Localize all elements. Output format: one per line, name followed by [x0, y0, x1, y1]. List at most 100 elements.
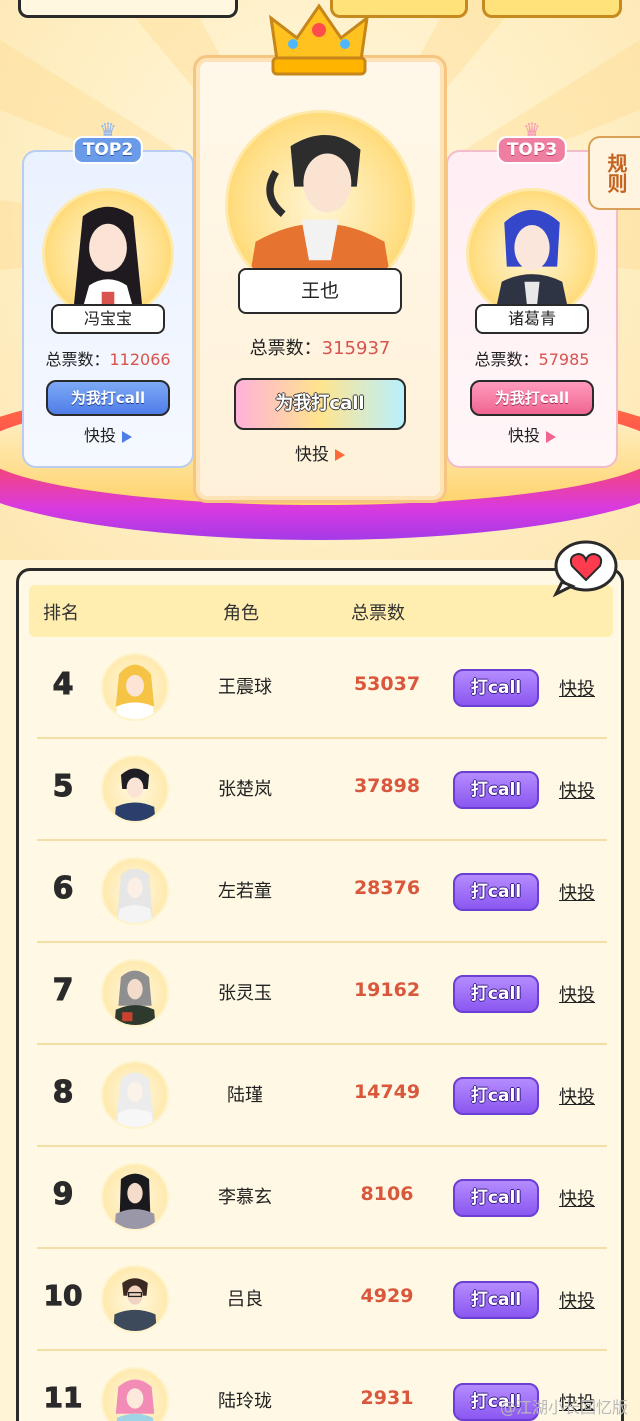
rank-number: 6 — [52, 871, 74, 907]
call-button[interactable]: 打call — [453, 771, 539, 809]
votes-count: 8106 — [360, 1183, 414, 1205]
votes-count: 4929 — [360, 1285, 414, 1307]
call-button-top2[interactable]: 为我打call — [46, 380, 170, 416]
quick-vote-link[interactable]: 快投 — [559, 675, 595, 701]
votes-label: 总票数： — [249, 338, 322, 359]
character-portrait-icon — [115, 1072, 155, 1127]
header-votes: 总票数 — [351, 603, 405, 624]
character-portrait-icon — [117, 868, 153, 923]
quick-vote-link[interactable]: 快投 — [559, 1287, 595, 1313]
play-icon — [122, 430, 132, 443]
character-portrait-icon — [115, 664, 155, 719]
quick-vote-link[interactable]: 快投 — [559, 879, 595, 905]
character-name: 陆玲珑 — [218, 1391, 272, 1412]
table-row: 8 陆瑾 14749 打call 快投 — [37, 1045, 607, 1147]
character-name: 王也 — [238, 268, 402, 314]
call-button[interactable]: 打call — [453, 1179, 539, 1217]
votes-count: 315937 — [321, 338, 391, 359]
quick-vote-label: 快投 — [507, 426, 540, 445]
votes-label: 总票数： — [474, 350, 539, 369]
table-row: 10 吕良 4929 打call 快投 — [37, 1249, 607, 1351]
call-button[interactable]: 打call — [453, 873, 539, 911]
avatar — [42, 188, 174, 320]
quick-vote-link[interactable]: 快投 — [559, 1185, 595, 1211]
quick-vote-link[interactable]: 快投 — [559, 777, 595, 803]
play-icon — [546, 430, 556, 443]
avatar — [101, 1367, 169, 1421]
character-portrait-icon — [494, 209, 570, 317]
call-button[interactable]: 打call — [453, 669, 539, 707]
character-portrait-icon — [114, 970, 156, 1025]
table-row: 9 李慕玄 8106 打call 快投 — [37, 1147, 607, 1249]
table-row: 7 张灵玉 19162 打call 快投 — [37, 943, 607, 1045]
quick-vote-link[interactable]: 快投 — [559, 981, 595, 1007]
header-rank: 排名 — [43, 603, 79, 624]
avatar — [101, 653, 169, 721]
avatar — [101, 959, 169, 1027]
character-name: 张楚岚 — [218, 779, 272, 800]
quick-vote-link[interactable]: 快投 — [559, 1083, 595, 1109]
top3-badge: TOP3 — [496, 136, 568, 164]
top2-badge: TOP2 — [72, 136, 144, 164]
call-button-top3[interactable]: 为我打call — [470, 380, 594, 416]
table-header: 排名 角色 总票数 — [29, 585, 613, 637]
total-votes: 总票数：57985 — [448, 346, 616, 370]
quick-vote-top3[interactable]: 快投 — [448, 422, 616, 446]
character-portrait-icon — [115, 1379, 155, 1421]
top-tab-right[interactable] — [482, 0, 622, 18]
avatar — [101, 857, 169, 925]
quick-vote-label: 快投 — [83, 426, 116, 445]
rules-button[interactable]: 规则 — [588, 136, 640, 210]
votes-count: 112066 — [109, 350, 171, 369]
character-name: 冯宝宝 — [51, 304, 165, 334]
rank-number: 7 — [52, 973, 74, 1009]
rank-number: 11 — [43, 1381, 83, 1415]
header-role: 角色 — [223, 603, 259, 624]
votes-count: 14749 — [353, 1081, 421, 1103]
heart-icon — [552, 540, 618, 598]
rank-number: 5 — [52, 769, 74, 805]
table-row: 4 王震球 53037 打call 快投 — [37, 637, 607, 739]
character-name: 诸葛青 — [475, 304, 589, 334]
votes-count: 19162 — [353, 979, 421, 1001]
watermark: @江湖小长回忆版 — [500, 1398, 629, 1417]
rank-number: 10 — [43, 1279, 83, 1313]
character-portrait-icon — [72, 206, 144, 317]
quick-vote-label: 快投 — [295, 445, 329, 465]
call-button[interactable]: 打call — [453, 1281, 539, 1319]
rank-number: 9 — [52, 1177, 74, 1213]
podium-card-top1: 王也 总票数：315937 为我打call 快投 — [193, 55, 447, 503]
avatar — [466, 188, 598, 320]
avatar — [101, 1061, 169, 1129]
quick-vote-top1[interactable]: 快投 — [196, 440, 444, 465]
votes-count: 28376 — [353, 877, 421, 899]
podium-card-top2: ♛ TOP2 冯宝宝 总票数：112066 为我打call 快投 — [22, 118, 194, 468]
avatar — [101, 755, 169, 823]
character-portrait-icon — [114, 1173, 156, 1229]
character-portrait-icon — [113, 1278, 157, 1331]
character-name: 陆瑾 — [227, 1085, 263, 1106]
total-votes: 总票数：315937 — [196, 334, 444, 360]
call-button-top1[interactable]: 为我打call — [234, 378, 406, 430]
crown-icon — [268, 3, 370, 76]
votes-label: 总票数： — [45, 350, 110, 369]
call-button[interactable]: 打call — [453, 1077, 539, 1115]
character-name: 左若童 — [218, 881, 272, 902]
top-tab-left[interactable] — [18, 0, 238, 18]
character-portrait-icon — [114, 768, 156, 821]
ranking-panel: 排名 角色 总票数 4 王震球 53037 打call 快投 5 张楚岚 378… — [16, 568, 624, 1421]
votes-count: 37898 — [353, 775, 421, 797]
character-name: 李慕玄 — [218, 1187, 272, 1208]
avatar — [101, 1163, 169, 1231]
votes-count: 2931 — [360, 1387, 414, 1409]
character-name: 王震球 — [218, 677, 272, 698]
total-votes: 总票数：112066 — [24, 346, 192, 370]
table-row: 5 张楚岚 37898 打call 快投 — [37, 739, 607, 841]
play-icon — [335, 449, 345, 461]
votes-count: 53037 — [353, 673, 421, 695]
quick-vote-top2[interactable]: 快投 — [24, 422, 192, 446]
rank-number: 4 — [52, 667, 74, 703]
call-button[interactable]: 打call — [453, 975, 539, 1013]
character-name: 张灵玉 — [218, 983, 272, 1004]
avatar — [101, 1265, 169, 1333]
